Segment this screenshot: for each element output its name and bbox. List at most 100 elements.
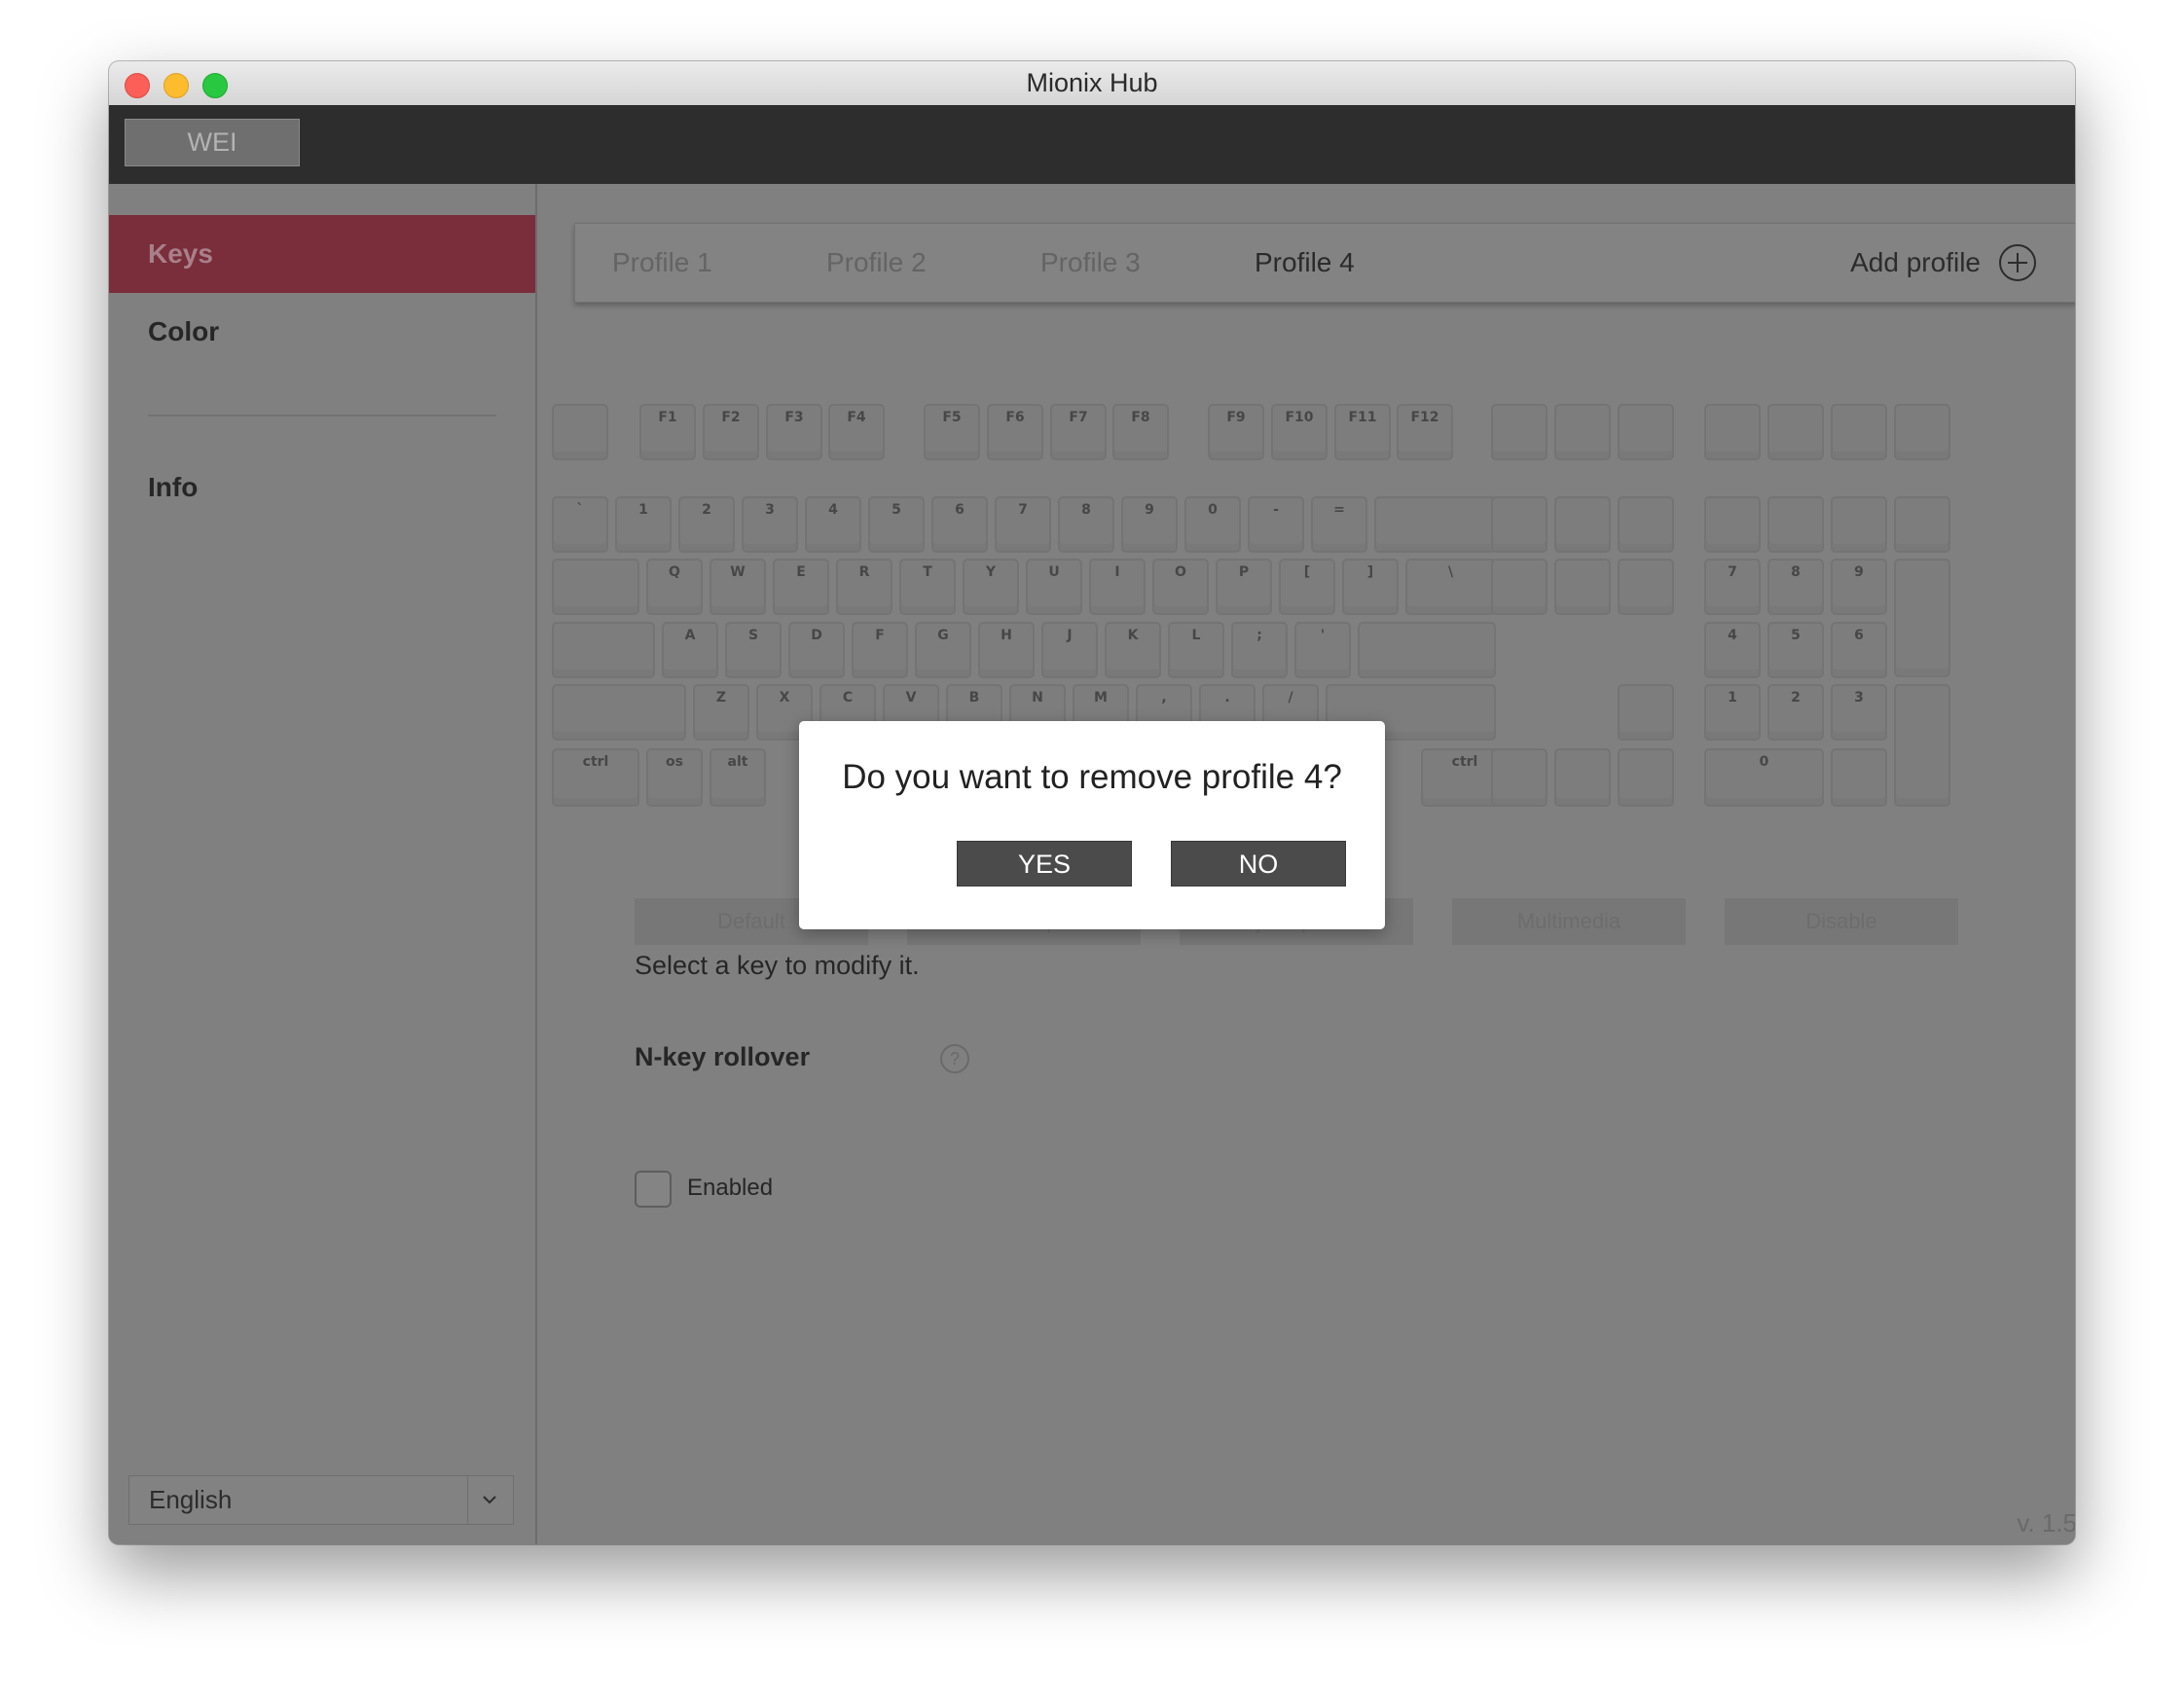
keyboard-key[interactable]: G [915,622,971,678]
nkro-enabled-checkbox[interactable] [635,1171,672,1208]
keyboard-key[interactable] [1831,748,1887,807]
keyboard-key[interactable]: 3 [742,496,798,553]
keyboard-key[interactable]: T [899,559,956,615]
keyboard-key[interactable]: R [836,559,892,615]
keyboard-key[interactable]: 7 [995,496,1051,553]
keyboard-key[interactable] [1491,748,1547,807]
keyboard-key[interactable]: W [710,559,766,615]
keyboard-key[interactable] [1554,496,1611,553]
keyboard-key[interactable] [1767,496,1824,553]
keyboard-key[interactable]: 6 [1831,622,1887,678]
help-icon[interactable]: ? [940,1044,969,1073]
keyboard-key[interactable]: ; [1231,622,1288,678]
keyboard-key[interactable]: 2 [678,496,735,553]
keyboard-key[interactable]: = [1311,496,1367,553]
keyboard-key[interactable]: ] [1342,559,1399,615]
keyboard-key[interactable] [1554,559,1611,615]
keyboard-key[interactable]: K [1105,622,1161,678]
keyboard-key[interactable]: O [1152,559,1209,615]
keyboard-key[interactable]: 8 [1058,496,1114,553]
keyboard-key[interactable]: Q [646,559,703,615]
keyboard-key[interactable] [1704,404,1761,460]
keyboard-key[interactable] [1618,496,1674,553]
keyboard-key[interactable] [1767,404,1824,460]
keyboard-key[interactable] [552,404,608,460]
keyboard-key[interactable]: 0 [1184,496,1241,553]
keyboard-key[interactable]: 4 [1704,622,1761,678]
keyboard-key[interactable]: F4 [828,404,885,460]
keyboard-key[interactable]: F5 [924,404,980,460]
keyboard-key[interactable]: 0 [1704,748,1824,807]
keyboard-key[interactable]: 8 [1767,559,1824,615]
keyboard-key[interactable]: F9 [1208,404,1264,460]
keyboard-key[interactable]: Y [963,559,1019,615]
keyboard-key[interactable]: ' [1294,622,1351,678]
keyboard-key[interactable] [1894,404,1950,460]
keyboard-key[interactable]: alt [710,748,766,807]
keyboard-key[interactable] [1618,404,1674,460]
language-select[interactable]: English [128,1475,514,1525]
keyboard-key[interactable]: U [1026,559,1082,615]
keyboard-key[interactable] [1554,748,1611,807]
keyboard-key[interactable]: F10 [1271,404,1328,460]
keyboard-key[interactable]: - [1248,496,1304,553]
keyboard-key[interactable] [1374,496,1496,553]
keyboard-key[interactable]: I [1089,559,1146,615]
keyboard-key[interactable]: F7 [1050,404,1107,460]
keyboard-key[interactable] [1894,559,1950,677]
keyboard-key[interactable] [1358,622,1496,678]
keyboard-key[interactable] [1491,404,1547,460]
mode-disable-button[interactable]: Disable [1725,898,1958,945]
keyboard-key[interactable]: F8 [1112,404,1169,460]
keyboard-key[interactable] [1618,684,1674,741]
keyboard-key[interactable]: D [788,622,845,678]
keyboard-key[interactable] [552,559,639,615]
keyboard-key[interactable]: 5 [868,496,925,553]
add-profile-button[interactable]: Add profile [1850,224,2037,302]
keyboard-key[interactable]: S [725,622,782,678]
keyboard-key[interactable]: E [773,559,829,615]
keyboard-key[interactable]: F12 [1397,404,1453,460]
mode-multimedia-button[interactable]: Multimedia [1452,898,1686,945]
keyboard-key[interactable]: 9 [1121,496,1178,553]
keyboard-key[interactable]: 7 [1704,559,1761,615]
keyboard-key[interactable]: P [1216,559,1272,615]
keyboard-key[interactable] [1704,496,1761,553]
keyboard-key[interactable]: 1 [615,496,672,553]
keyboard-key[interactable] [1894,684,1950,807]
keyboard-key[interactable] [1831,404,1887,460]
keyboard-key[interactable]: F3 [766,404,822,460]
keyboard-key[interactable]: 1 [1704,684,1761,741]
keyboard-key[interactable]: H [978,622,1035,678]
sidebar-item-info[interactable]: Info [109,449,535,526]
chevron-down-icon[interactable] [478,1488,501,1511]
keyboard-key[interactable] [1491,496,1547,553]
keyboard-key[interactable] [1491,559,1547,615]
keyboard-key[interactable]: F6 [987,404,1043,460]
keyboard-key[interactable] [1554,404,1611,460]
keyboard-key[interactable]: ctrl [552,748,639,807]
keyboard-key[interactable]: 3 [1831,684,1887,741]
keyboard-key[interactable]: 5 [1767,622,1824,678]
keyboard-key[interactable] [1894,496,1950,553]
tab-profile-4[interactable]: Profile 4 [1255,224,1355,302]
keyboard-key[interactable] [552,684,686,741]
sidebar-item-color[interactable]: Color [109,293,535,371]
keyboard-key[interactable]: F1 [639,404,696,460]
tab-profile-1[interactable]: Profile 1 [612,224,712,302]
keyboard-key[interactable]: A [662,622,718,678]
keyboard-key[interactable]: [ [1279,559,1335,615]
keyboard-key[interactable]: \ [1405,559,1496,615]
keyboard-key[interactable]: L [1168,622,1224,678]
yes-button[interactable]: YES [957,841,1132,887]
keyboard-key[interactable] [552,622,655,678]
keyboard-key[interactable]: 6 [931,496,988,553]
tab-profile-2[interactable]: Profile 2 [826,224,927,302]
keyboard-key[interactable]: F2 [703,404,759,460]
keyboard-key[interactable]: J [1041,622,1098,678]
keyboard-key[interactable]: 9 [1831,559,1887,615]
no-button[interactable]: NO [1171,841,1346,887]
keyboard-key[interactable]: ` [552,496,608,553]
sidebar-item-keys[interactable]: Keys [109,215,535,293]
keyboard-key[interactable]: F [852,622,908,678]
